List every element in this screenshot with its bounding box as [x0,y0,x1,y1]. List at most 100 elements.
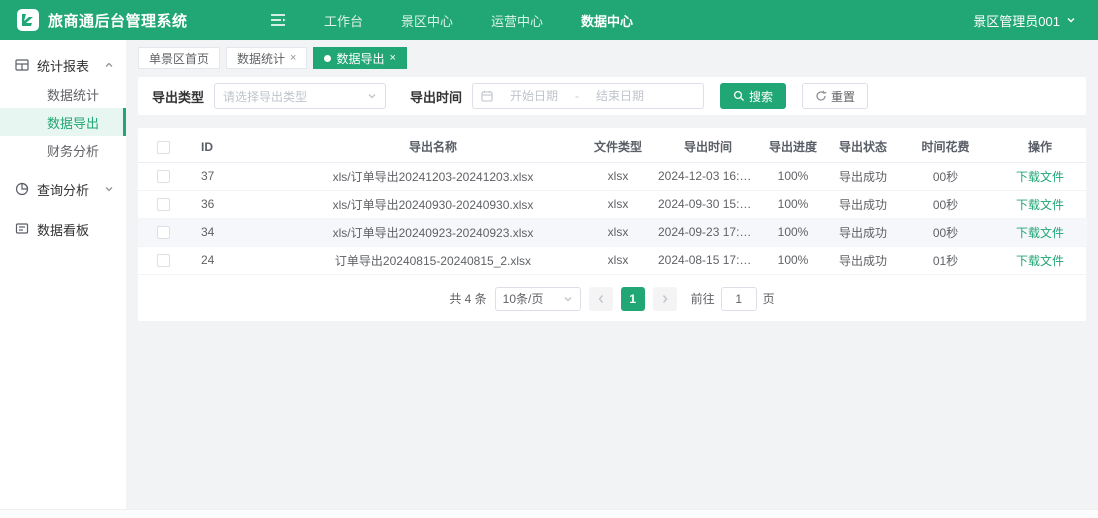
cell-export-time: 2024-08-15 17:43:35 [658,246,758,275]
nav-item-operation-center[interactable]: 运营中心 [491,11,543,30]
page-size-value: 10条/页 [502,292,544,306]
close-icon[interactable]: × [290,52,296,64]
table-header-row: ID 导出名称 文件类型 导出时间 导出进度 导出状态 时间花费 操作 [138,132,1087,163]
nav-item-data-center[interactable]: 数据中心 [581,11,633,30]
sidebar-item-finance-analysis[interactable]: 财务分析 [0,136,126,164]
logo: 旅商通后台管理系统 [0,8,268,32]
collapse-menu-icon[interactable] [270,13,286,27]
prev-page-button[interactable] [588,286,613,311]
cell-progress: 100% [758,162,828,191]
sidebar: 统计报表 数据统计 数据导出 财务分析 查询分析 数据看板 [0,40,126,518]
sidebar-item-data-statistics[interactable]: 数据统计 [0,80,126,108]
cell-status: 导出成功 [828,246,898,275]
app-root: 旅商通后台管理系统 工作台 景区中心 运营中心 数据中心 景区管理员001 统计… [0,0,1098,518]
sidebar-item-query-group[interactable]: 查询分析 [0,174,126,204]
cell-id: 24 [188,246,288,275]
cell-time-cost: 00秒 [898,218,993,247]
pagination-total: 共 4 条 [449,292,487,306]
cell-filetype: xlsx [578,190,658,219]
row-checkbox[interactable] [156,226,170,240]
chevron-down-icon [564,296,572,301]
date-range-picker[interactable]: - [472,83,705,109]
chevron-up-icon [105,62,113,67]
sidebar-item-label: 查询分析 [37,182,90,198]
col-header-actions: 操作 [993,132,1087,163]
tab-scenic-home[interactable]: 单景区首页 [138,47,221,69]
cell-filetype: xlsx [578,246,658,275]
cell-filetype: xlsx [578,218,658,247]
content-area: 单景区首页 数据统计 × 数据导出 × 导出类型 请选择导出类型 导出时间 开始… [126,40,1098,518]
chevron-down-icon [105,187,113,192]
tab-label: 单景区首页 [149,51,210,66]
cell-id: 34 [188,218,288,247]
cell-export-time: 2024-09-30 15:25:25 [658,190,758,219]
top-nav: 工作台 景区中心 运营中心 数据中心 [324,11,633,30]
search-button-label: 搜索 [749,89,774,104]
cell-status: 导出成功 [828,162,898,191]
sidebar-item-report-group[interactable]: 统计报表 [0,50,126,80]
cell-time-cost: 00秒 [898,190,993,219]
select-all-checkbox[interactable] [156,140,170,154]
download-file-link[interactable]: 下载文件 [1016,170,1064,184]
cell-time-cost: 00秒 [898,162,993,191]
download-file-link[interactable]: 下载文件 [1016,226,1064,240]
cell-name: xls/订单导出20240923-20240923.xlsx [288,218,578,247]
goto-page-input[interactable] [720,286,757,311]
row-checkbox[interactable] [156,254,170,268]
download-file-link[interactable]: 下载文件 [1016,198,1064,212]
col-header-progress: 导出进度 [758,132,828,163]
next-page-button[interactable] [652,286,677,311]
cell-progress: 100% [758,190,828,219]
user-menu[interactable]: 景区管理员001 [973,11,1098,30]
active-dot-icon [324,54,332,62]
query-pie-icon [15,182,29,196]
end-date-input[interactable] [585,89,656,103]
horizontal-scrollbar[interactable] [0,509,1098,518]
sidebar-item-data-export[interactable]: 数据导出 [0,108,126,136]
tab-label: 数据导出 [336,51,385,66]
tabbar: 单景区首页 数据统计 × 数据导出 × [138,47,1086,69]
reset-button[interactable]: 重置 [802,83,869,109]
chevron-right-icon [662,294,668,303]
page-size-select[interactable]: 10条/页 [494,286,581,311]
cell-progress: 100% [758,246,828,275]
cell-status: 导出成功 [828,190,898,219]
row-checkbox[interactable] [156,198,170,212]
report-grid-icon [15,59,29,71]
row-checkbox[interactable] [156,170,170,184]
main-layout: 统计报表 数据统计 数据导出 财务分析 查询分析 数据看板 单景区首页 数据统计… [0,40,1098,518]
goto-label: 前往 [690,292,715,306]
search-button[interactable]: 搜索 [720,83,787,109]
date-separator: - [575,89,580,103]
start-date-input[interactable] [499,89,570,103]
logo-icon [17,9,39,31]
tab-label: 数据统计 [237,51,286,66]
chevron-left-icon [598,294,603,303]
cell-export-time: 2024-12-03 16:10:26 [658,162,758,191]
nav-item-workbench[interactable]: 工作台 [324,11,363,30]
top-header: 旅商通后台管理系统 工作台 景区中心 运营中心 数据中心 景区管理员001 [0,0,1098,40]
table-row: 36 xls/订单导出20240930-20240930.xlsx xlsx 2… [138,190,1087,219]
pagination: 共 4 条 10条/页 1 前往 页 [138,286,1086,311]
app-title: 旅商通后台管理系统 [48,12,188,30]
cell-id: 37 [188,162,288,191]
table-row: 34 xls/订单导出20240923-20240923.xlsx xlsx 2… [138,218,1087,247]
col-header-status: 导出状态 [828,132,898,163]
cell-name: xls/订单导出20240930-20240930.xlsx [288,190,578,219]
refresh-icon [816,90,827,101]
export-type-placeholder: 请选择导出类型 [223,89,308,104]
tab-data-statistics[interactable]: 数据统计 × [226,47,308,69]
download-file-link[interactable]: 下载文件 [1016,254,1064,268]
close-icon[interactable]: × [389,52,395,64]
col-header-name: 导出名称 [288,132,578,163]
cell-progress: 100% [758,218,828,247]
export-table-card: ID 导出名称 文件类型 导出时间 导出进度 导出状态 时间花费 操作 37 x… [138,128,1087,321]
cell-filetype: xlsx [578,162,658,191]
nav-item-scenic-center[interactable]: 景区中心 [401,11,453,30]
page-unit-label: 页 [762,292,775,306]
table-row: 37 xls/订单导出20241203-20241203.xlsx xlsx 2… [138,162,1087,191]
export-type-select[interactable]: 请选择导出类型 [214,83,387,109]
sidebar-item-data-dashboard[interactable]: 数据看板 [0,214,126,244]
tab-data-export[interactable]: 数据导出 × [313,47,407,69]
page-number-1[interactable]: 1 [620,286,645,311]
